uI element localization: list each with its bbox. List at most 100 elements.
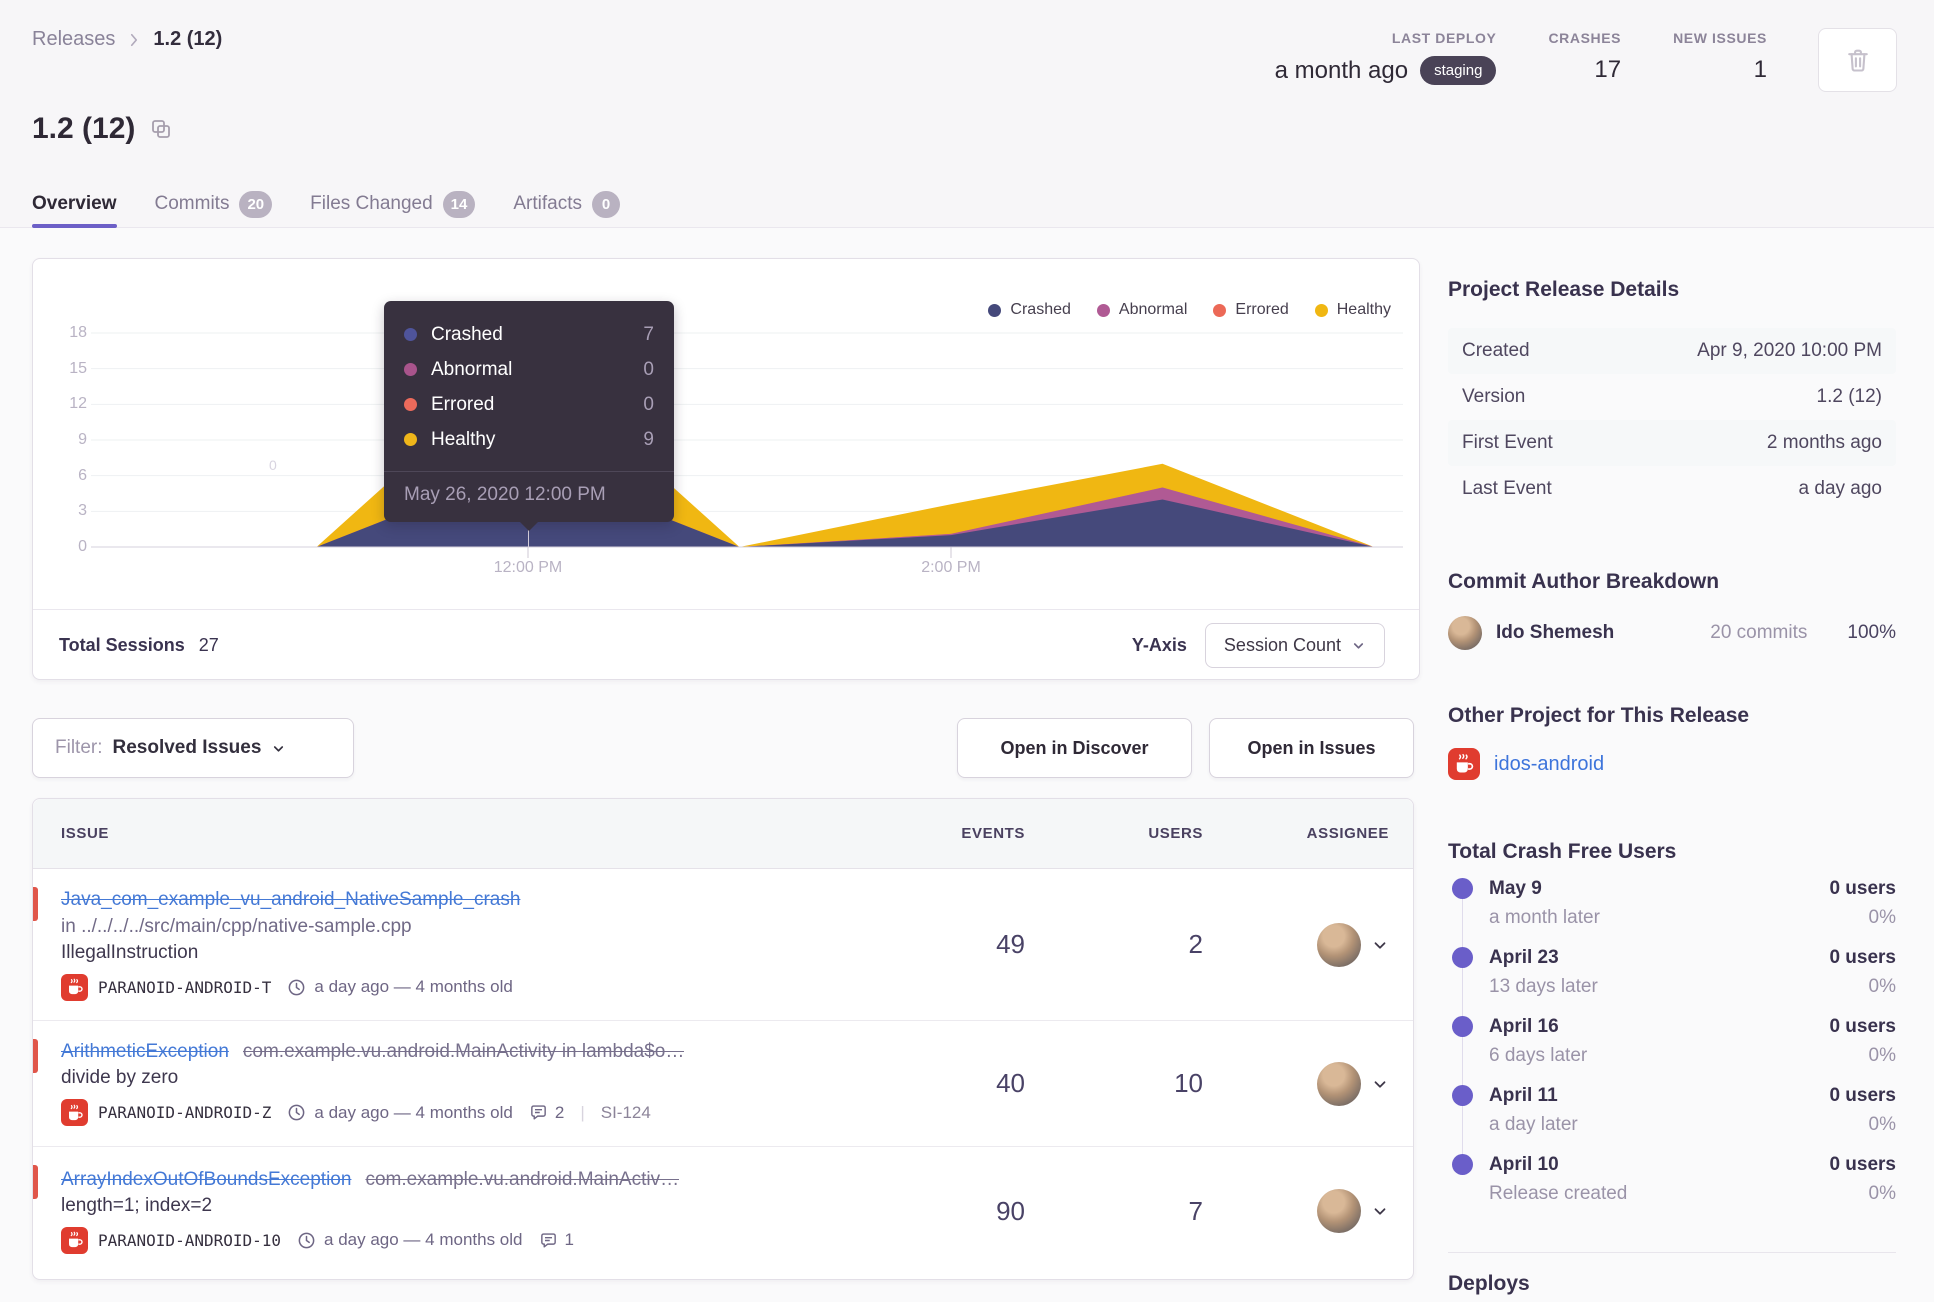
legend-dot xyxy=(988,303,1002,317)
tab-commits[interactable]: Commits 20 xyxy=(155,180,273,228)
copy-icon[interactable] xyxy=(149,117,173,141)
issue-title-link[interactable]: ArrayIndexOutOfBoundsException xyxy=(61,1169,351,1191)
last-deploy-value: a month ago xyxy=(1274,56,1409,84)
cf-date: May 9 xyxy=(1489,878,1542,899)
filter-value: Resolved Issues xyxy=(112,737,262,758)
issue-title-link[interactable]: Java_com_example_vu_android_NativeSample… xyxy=(61,889,520,911)
detail-row-created: Created Apr 9, 2020 10:00 PM xyxy=(1448,328,1896,374)
series-dot xyxy=(404,398,417,411)
last-deploy-label: LAST DEPLOY xyxy=(1391,30,1497,46)
chart-legend: Crashed Abnormal Errored Healthy xyxy=(988,301,1391,319)
tab-label: Overview xyxy=(32,193,117,214)
tooltip-value: 7 xyxy=(643,323,654,345)
chart-footer: Total Sessions 27 Y-Axis Session Count xyxy=(33,609,1419,681)
assignee-avatar[interactable] xyxy=(1317,1189,1361,1233)
clock-icon xyxy=(287,978,306,997)
issue-events-count: 40 xyxy=(996,1068,1025,1098)
project-chip[interactable]: PARANOID-ANDROID-T xyxy=(61,973,272,1001)
issues-filter-dropdown[interactable]: Filter: Resolved Issues xyxy=(32,718,354,778)
issues-table-header: ISSUE EVENTS USERS ASSIGNEE xyxy=(33,799,1413,869)
cf-pct: 0% xyxy=(1868,1183,1896,1204)
detail-label: First Event xyxy=(1462,432,1553,453)
java-project-icon xyxy=(1448,748,1480,780)
open-in-issues-button[interactable]: Open in Issues xyxy=(1209,718,1414,778)
total-sessions-value: 27 xyxy=(198,635,219,655)
detail-label: Created xyxy=(1462,340,1530,361)
legend-item-errored[interactable]: Errored xyxy=(1213,301,1289,319)
release-detail-page: Releases 1.2 (12) LAST DEPLOY a month ag… xyxy=(0,0,1934,1302)
cf-date: April 16 xyxy=(1489,1016,1559,1037)
timeline-dot xyxy=(1452,1154,1473,1175)
assignee-avatar[interactable] xyxy=(1317,922,1361,967)
legend-dot xyxy=(1213,303,1227,317)
yaxis-select[interactable]: Session Count xyxy=(1204,623,1385,668)
comments-group[interactable]: 1 xyxy=(539,1230,574,1250)
detail-row-version: Version 1.2 (12) xyxy=(1448,374,1896,420)
cf-pct: 0% xyxy=(1868,907,1896,928)
open-in-discover-button[interactable]: Open in Discover xyxy=(957,718,1192,778)
y-axis-label: 6 xyxy=(78,467,87,484)
y-axis-label: 18 xyxy=(69,324,87,341)
cf-date: April 23 xyxy=(1489,947,1559,968)
detail-label: Last Event xyxy=(1462,478,1552,499)
crash-free-heading: Total Crash Free Users xyxy=(1448,840,1677,863)
stray-zero-label: 0 xyxy=(269,457,277,473)
comments-group[interactable]: 2 xyxy=(529,1103,564,1123)
issue-row: ArrayIndexOutOfBoundsException com.examp… xyxy=(33,1147,1413,1275)
chevron-right-icon xyxy=(125,31,143,49)
java-project-icon xyxy=(61,973,88,1001)
author-percent: 100% xyxy=(1847,622,1896,643)
project-slug: PARANOID-ANDROID-T xyxy=(98,977,272,997)
comment-count: 2 xyxy=(554,1102,565,1122)
delete-release-button[interactable] xyxy=(1818,28,1897,92)
crash-free-item: April 11 0 users a day later 0% xyxy=(1448,1083,1896,1137)
breadcrumb-current: 1.2 (12) xyxy=(153,28,223,50)
section-divider xyxy=(1448,1252,1896,1253)
breadcrumb: Releases 1.2 (12) xyxy=(32,28,222,51)
stat-crashes: CRASHES 17 xyxy=(1548,30,1621,84)
detail-label: Version xyxy=(1462,386,1526,407)
tab-label: Commits xyxy=(154,193,230,214)
chevron-down-icon[interactable] xyxy=(1371,1202,1389,1220)
issue-title-link[interactable]: ArithmeticException xyxy=(61,1041,229,1063)
total-sessions-label: Total Sessions xyxy=(59,635,185,655)
comment-icon xyxy=(529,1103,548,1122)
column-events: EVENTS xyxy=(961,825,1025,842)
issue-row: Java_com_example_vu_android_NativeSample… xyxy=(33,869,1413,1021)
issue-events-count: 90 xyxy=(996,1195,1025,1226)
x-axis-label: 2:00 PM xyxy=(921,559,981,576)
tooltip-date: May 26, 2020 12:00 PM xyxy=(404,484,606,505)
breadcrumb-releases-link[interactable]: Releases xyxy=(32,28,115,51)
commit-author-row: Ido Shemesh 20 commits 100% xyxy=(1448,616,1896,650)
error-level-bar xyxy=(33,1165,38,1199)
legend-label: Abnormal xyxy=(1118,301,1188,318)
java-project-icon xyxy=(61,1226,88,1254)
issue-age: a day ago — 4 months old xyxy=(324,1230,523,1249)
timeline-dot xyxy=(1452,878,1473,899)
page-header: Releases 1.2 (12) LAST DEPLOY a month ag… xyxy=(0,0,1934,228)
tab-overview[interactable]: Overview xyxy=(32,180,117,228)
crash-free-item: April 16 0 users 6 days later 0% xyxy=(1448,1014,1896,1068)
tooltip-value: 0 xyxy=(643,393,654,415)
chevron-down-icon[interactable] xyxy=(1371,936,1389,954)
new-issues-value: 1 xyxy=(1753,56,1767,83)
release-sidebar: Project Release Details Created Apr 9, 2… xyxy=(1448,258,1896,1302)
legend-item-crashed[interactable]: Crashed xyxy=(988,301,1071,319)
other-project-row[interactable]: idos-android xyxy=(1448,748,1604,780)
legend-item-healthy[interactable]: Healthy xyxy=(1314,301,1391,319)
project-chip[interactable]: PARANOID-ANDROID-Z xyxy=(61,1099,271,1126)
assignee-avatar[interactable] xyxy=(1317,1061,1361,1106)
stat-new-issues: NEW ISSUES 1 xyxy=(1673,30,1767,84)
tab-artifacts[interactable]: Artifacts 0 xyxy=(513,180,620,228)
other-project-link[interactable]: idos-android xyxy=(1494,753,1604,776)
issue-message: divide by zero xyxy=(61,1067,179,1088)
chevron-down-icon[interactable] xyxy=(1371,1075,1389,1093)
project-chip[interactable]: PARANOID-ANDROID-10 xyxy=(61,1226,281,1254)
comment-icon xyxy=(539,1231,558,1250)
sessions-area-chart[interactable] xyxy=(91,321,1403,571)
issue-tracker-link[interactable]: SI-124 xyxy=(601,1103,651,1123)
tab-files-changed[interactable]: Files Changed 14 xyxy=(310,180,476,228)
deploys-heading: Deploys xyxy=(1448,1272,1530,1295)
stat-last-deploy: LAST DEPLOY a month ago staging xyxy=(1275,30,1497,85)
legend-item-abnormal[interactable]: Abnormal xyxy=(1096,301,1188,319)
